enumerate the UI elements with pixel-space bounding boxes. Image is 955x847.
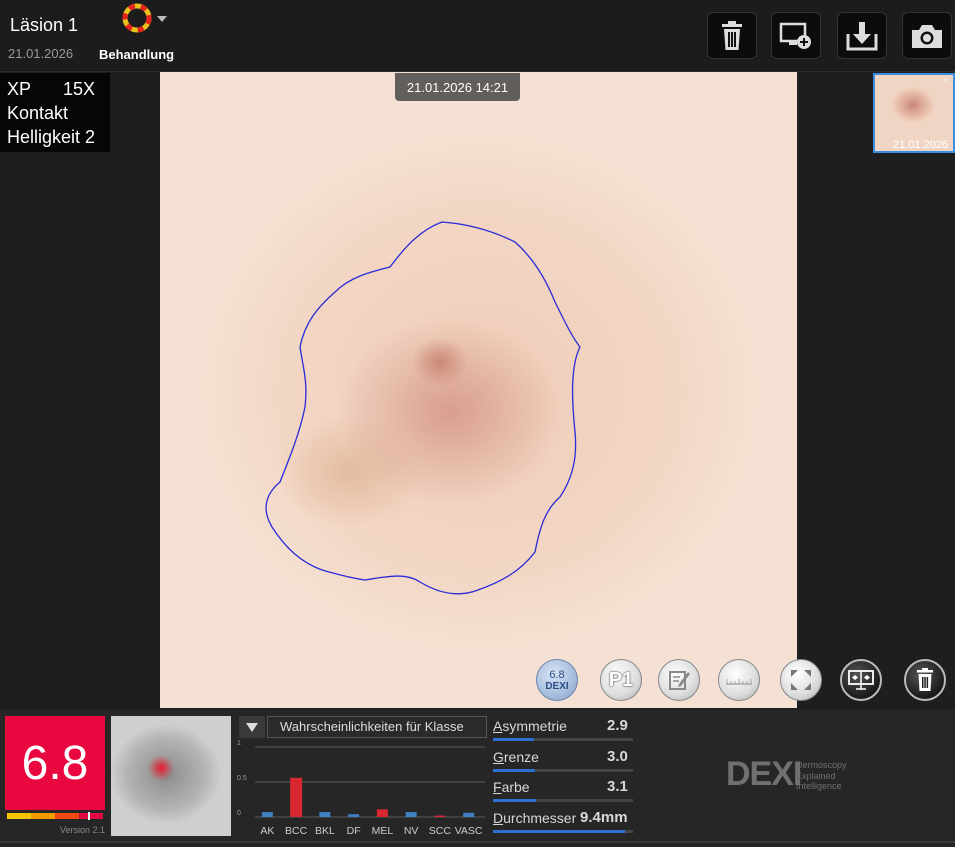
p1-icon: P1 xyxy=(608,668,634,691)
metric-label-rest: arbe xyxy=(501,779,530,795)
lesion-heatmap[interactable] xyxy=(111,716,231,836)
metric-value: 2.9 xyxy=(607,717,628,734)
add-monitor-icon xyxy=(779,22,811,49)
delete-lesion-button[interactable] xyxy=(707,12,757,59)
fullscreen-button[interactable] xyxy=(780,659,822,701)
metric-label-initial: D xyxy=(493,810,504,826)
metric-label: Asymmetrie xyxy=(493,718,567,734)
score-marker xyxy=(88,812,90,820)
dexi-logo-text: DEXI xyxy=(726,755,802,793)
dexi-logo: DEXI Dermoscopy Explained Intelligence xyxy=(726,755,866,797)
metric-label-initial: F xyxy=(493,779,502,795)
metric-label: Durchmesser xyxy=(493,810,576,826)
metric-label-initial: G xyxy=(493,749,504,765)
y-tick-label: 0.5 xyxy=(237,775,247,782)
dexi-label: DEXI xyxy=(545,680,569,692)
delete-image-button[interactable] xyxy=(904,659,946,701)
image-timestamp: 21.01.2026 14:21 xyxy=(395,73,520,101)
metric-bar xyxy=(493,799,633,802)
bar-bkl[interactable] xyxy=(319,812,331,817)
x-tick-label: NV xyxy=(404,825,419,837)
brightness-label: Helligkeit 2 xyxy=(7,127,96,147)
x-tick-label: VASC xyxy=(455,825,483,837)
metric-value: 3.0 xyxy=(607,748,628,765)
bar-df[interactable] xyxy=(348,814,360,817)
logo-line-1: Dermoscopy xyxy=(796,760,847,770)
treatment-label[interactable]: Behandlung xyxy=(99,47,174,62)
metric-value: 3.1 xyxy=(607,778,628,795)
metric-label-initial: A xyxy=(493,718,503,734)
metric-bar-fill xyxy=(493,738,534,741)
lesion-title[interactable]: Läsion 1 xyxy=(10,15,78,36)
y-tick-label: 1 xyxy=(237,740,241,747)
compare-icon xyxy=(848,670,874,690)
edit-note-icon xyxy=(669,671,690,690)
close-icon[interactable]: × xyxy=(943,75,949,87)
bar-ak[interactable] xyxy=(261,812,273,817)
mode-label: XP xyxy=(7,79,32,99)
metric-value: 9.4mm xyxy=(580,809,628,826)
bar-bcc[interactable] xyxy=(290,777,303,817)
treatment-ring-icon[interactable] xyxy=(121,2,153,34)
metric-bar-fill xyxy=(493,799,536,802)
bar-scc[interactable] xyxy=(434,815,446,817)
version-label: Version 2.1 xyxy=(60,825,106,835)
lesion-outline[interactable] xyxy=(160,72,797,708)
dermoscopy-image[interactable] xyxy=(160,72,797,708)
x-tick-label: DF xyxy=(347,825,361,837)
bar-vasc[interactable] xyxy=(463,812,475,817)
ruler-icon xyxy=(726,679,752,685)
triangle-down-icon xyxy=(246,722,258,732)
image-info-panel: XP 15X Kontakt Helligkeit 2 xyxy=(0,73,110,152)
measure-button[interactable] xyxy=(718,659,760,701)
metric-bar-fill xyxy=(493,830,625,833)
metric-bar xyxy=(493,830,633,833)
x-tick-label: AK xyxy=(260,825,274,837)
download-icon xyxy=(846,21,878,50)
lesion-date: 21.01.2026 xyxy=(8,46,74,61)
dexi-score-icon: 6.8 xyxy=(549,668,565,681)
metric-label: Farbe xyxy=(493,779,530,795)
y-tick-label: 0 xyxy=(237,810,241,817)
metric-bar-fill xyxy=(493,769,535,772)
metric-label-rest: symmetrie xyxy=(502,718,567,734)
thumbnail-date: 21.01.2026 xyxy=(893,139,949,151)
image-thumbnail[interactable]: × 21.01.2026 xyxy=(873,73,955,153)
metric-label-rest: urchmesser xyxy=(503,810,577,826)
contact-label: Kontakt xyxy=(7,103,69,123)
capture-button[interactable] xyxy=(902,12,952,59)
add-image-button[interactable] xyxy=(771,12,821,59)
camera-icon xyxy=(912,24,942,48)
class-dropdown[interactable]: Wahrscheinlichkeiten für Klasse xyxy=(267,716,487,738)
compare-button[interactable] xyxy=(840,659,882,701)
logo-line-2: Explained xyxy=(796,771,836,781)
score-scale xyxy=(7,812,103,820)
top-bar: Läsion 1 21.01.2026 Behandlung xyxy=(0,0,955,72)
metric-label-rest: renze xyxy=(503,749,539,765)
x-tick-label: MEL xyxy=(372,825,394,837)
probability-chart: 0 0.5 1 AK BCC BKL DF MEL NV SCC VASC xyxy=(237,740,485,837)
metric-bar xyxy=(493,769,633,772)
logo-line-3: Intelligence xyxy=(796,781,842,791)
delete-icon xyxy=(917,668,933,691)
p1-button[interactable]: P1 xyxy=(600,659,642,701)
edit-note-button[interactable] xyxy=(658,659,700,701)
trash-icon xyxy=(722,20,742,50)
bottom-divider xyxy=(0,841,955,843)
export-button[interactable] xyxy=(837,12,887,59)
bar-mel[interactable] xyxy=(376,809,388,817)
metric-label: Grenze xyxy=(493,749,539,765)
x-tick-label: SCC xyxy=(429,825,452,837)
x-tick-label: BKL xyxy=(315,825,335,837)
dexi-score-button[interactable]: 6.8 DEXI xyxy=(536,659,578,701)
dexi-score-badge: 6.8 xyxy=(5,716,105,810)
bar-nv[interactable] xyxy=(405,812,417,817)
metric-bar xyxy=(493,738,633,741)
zoom-label: 15X xyxy=(63,79,96,99)
x-tick-label: BCC xyxy=(285,825,308,837)
chevron-down-icon[interactable] xyxy=(157,16,167,22)
fullscreen-icon xyxy=(791,670,811,690)
class-dropdown-toggle[interactable] xyxy=(239,716,265,738)
